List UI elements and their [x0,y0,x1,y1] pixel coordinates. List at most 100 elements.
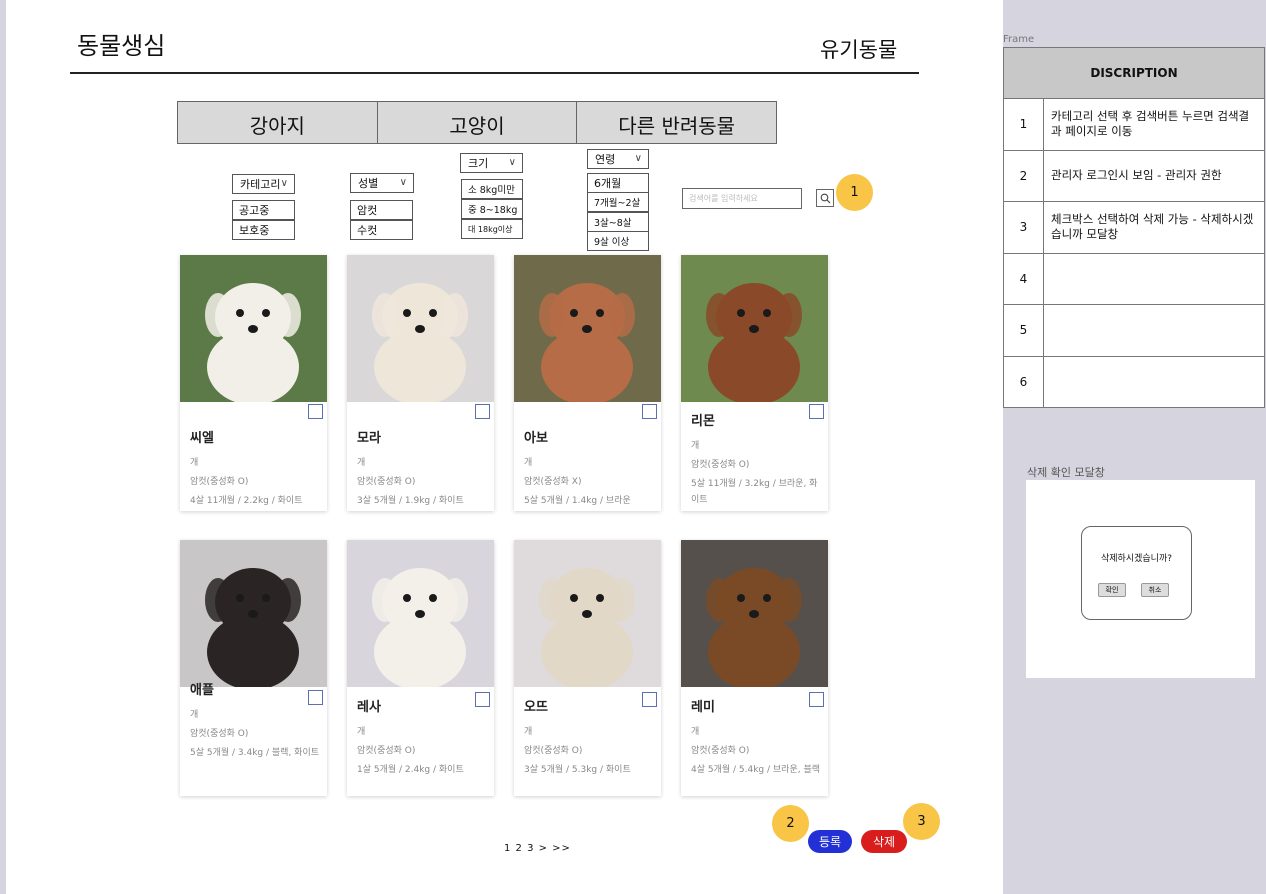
search-icon [820,193,830,203]
animal-name: 리몬 [691,414,715,429]
site-title[interactable]: 동물생심 [77,26,165,61]
animal-info: 리몬 개 암컷(중성화 O) 5살 11개월 / 3.2kg / 브라운, 화이트 [691,410,822,508]
tab-other-pets[interactable]: 다른 반려동물 [577,102,776,143]
animal-sex: 암컷(중성화 O) [691,460,750,470]
animal-species: 개 [190,458,199,468]
animal-sex: 암컷(중성화 O) [190,729,249,739]
page-title: 유기동물 [820,38,898,62]
description-row-number: 6 [1004,356,1044,407]
description-table: DISCRIPTION 1 카테고리 선택 후 검색버튼 누르면 검색결과 페이… [1003,47,1265,408]
animal-card[interactable]: 리몬 개 암컷(중성화 O) 5살 11개월 / 3.2kg / 브라운, 화이트 [681,255,828,511]
description-row: 2 관리자 로그인시 보임 - 관리자 권한 [1003,150,1265,202]
animal-photo[interactable] [347,255,494,402]
description-row-number: 1 [1004,99,1044,150]
category-dropdown[interactable]: 카테고리 ∨ [232,174,295,194]
age-option[interactable]: 9살 이상 [587,231,649,251]
animal-species: 개 [691,727,700,737]
description-row: 3 체크박스 선택하여 삭제 가능 - 삭제하시겠습니까 모달창 [1003,202,1265,254]
animal-species: 개 [357,458,366,468]
size-dropdown-label: 크기 [468,157,489,170]
animal-detail: 5살 5개월 / 1.4kg / 브라운 [524,496,631,506]
modal-cancel-button[interactable]: 취소 [1141,583,1169,597]
chevron-down-icon: ∨ [280,178,288,189]
description-row: 5 [1003,305,1265,357]
description-row-number: 2 [1004,150,1044,201]
delete-button[interactable]: 삭제 [861,830,907,853]
search-button[interactable] [816,189,834,207]
modal-confirm-button[interactable]: 확인 [1098,583,1126,597]
tab-dog[interactable]: 강아지 [178,102,378,143]
frame-label: Frame [1003,34,1035,45]
animal-sex: 암컷(중성화 X) [524,477,582,487]
animal-sex: 암컷(중성화 O) [357,477,416,487]
animal-photo[interactable] [514,255,661,402]
animal-card[interactable]: 모라 개 암컷(중성화 O) 3살 5개월 / 1.9kg / 화이트 [347,255,494,511]
animal-sex: 암컷(중성화 O) [524,746,583,756]
size-option[interactable]: 대 18kg이상 [461,219,523,239]
size-dropdown[interactable]: 크기 ∨ [460,153,523,173]
size-option[interactable]: 중 8~18kg [461,199,523,219]
animal-photo[interactable] [180,255,327,402]
delete-confirm-modal: 삭제하시겠습니까? 확인 취소 [1081,526,1192,620]
animal-photo[interactable] [681,540,828,687]
chevron-down-icon: ∨ [399,177,407,188]
animal-card[interactable]: 레사 개 암컷(중성화 O) 1살 5개월 / 2.4kg / 화이트 [347,540,494,796]
size-option[interactable]: 소 8kg미만 [461,179,523,199]
animal-name: 씨엘 [190,431,214,446]
animal-photo[interactable] [514,540,661,687]
animal-name: 애플 [190,683,214,698]
age-dropdown-label: 연령 [595,153,616,166]
animal-species: 개 [524,727,533,737]
category-tabs: 강아지 고양이 다른 반려동물 [177,101,777,144]
modal-message: 삭제하시겠습니까? [1100,554,1173,564]
animal-name: 아보 [524,431,548,446]
animal-detail: 4살 5개월 / 5.4kg / 브라운, 블랙 [691,765,821,775]
annotation-badge-1: 1 [836,174,873,211]
animal-photo[interactable] [347,540,494,687]
select-checkbox[interactable] [642,404,657,419]
age-option[interactable]: 3살~8살 [587,212,649,232]
annotation-badge-2: 2 [772,805,809,842]
animal-photo[interactable] [180,540,327,687]
category-option[interactable]: 공고중 [232,200,295,220]
sex-dropdown[interactable]: 성별 ∨ [350,173,414,193]
age-option[interactable]: 6개월 [587,173,649,193]
description-row-number: 3 [1004,202,1044,253]
sex-option[interactable]: 수컷 [350,220,413,240]
header-divider [70,72,919,74]
description-row-text [1044,357,1264,408]
animal-card[interactable]: 씨엘개암컷(중성화 O) 4살 11개월 / 2.2kg / 화이트 [180,255,327,511]
animal-photo[interactable] [681,255,828,402]
animal-card[interactable]: 아보 개 암컷(중성화 X) 5살 5개월 / 1.4kg / 브라운 [514,255,661,511]
animal-name: 오뜨 [524,700,548,715]
select-checkbox[interactable] [475,404,490,419]
animal-detail: 4살 11개월 / 2.2kg / 화이트 [190,496,303,506]
sex-option[interactable]: 암컷 [350,200,413,220]
category-option[interactable]: 보호중 [232,220,295,240]
animal-card[interactable]: 오뜨 개 암컷(중성화 O) 3살 5개월 / 5.3kg / 화이트 [514,540,661,796]
animal-name: 레사 [357,700,381,715]
animal-card[interactable]: 애플 개 암컷(중성화 O) 5살 5개월 / 3.4kg / 블랙, 화이트 [180,540,327,796]
sex-dropdown-label: 성별 [358,177,379,190]
description-row-number: 4 [1004,253,1044,304]
pagination[interactable]: 1 2 3 > >> [504,843,571,854]
description-row-text [1044,305,1264,356]
animal-card[interactable]: 레미 개 암컷(중성화 O) 4살 5개월 / 5.4kg / 브라운, 블랙 [681,540,828,796]
tab-cat[interactable]: 고양이 [378,102,578,143]
age-dropdown[interactable]: 연령 ∨ [587,149,649,169]
modal-section-label: 삭제 확인 모달창 [1027,466,1105,479]
category-dropdown-label: 카테고리 [240,178,281,191]
select-checkbox[interactable] [308,404,323,419]
animal-name: 모라 [357,431,381,446]
age-option[interactable]: 7개월~2살 [587,192,649,212]
animal-species: 개 [357,727,366,737]
description-row: 1 카테고리 선택 후 검색버튼 누르면 검색결과 페이지로 이동 [1003,99,1265,151]
annotation-badge-3: 3 [903,803,940,840]
description-row-text: 관리자 로그인시 보임 - 관리자 권한 [1051,168,1222,183]
register-button[interactable]: 등록 [808,830,852,853]
animal-info: 아보 개 암컷(중성화 X) 5살 5개월 / 1.4kg / 브라운 [524,427,655,509]
description-row: 4 [1003,253,1265,305]
search-input[interactable] [682,188,802,209]
animal-info: 애플 개 암컷(중성화 O) 5살 5개월 / 3.4kg / 블랙, 화이트 [190,679,321,761]
animal-sex: 암컷(중성화 O) [190,477,249,487]
